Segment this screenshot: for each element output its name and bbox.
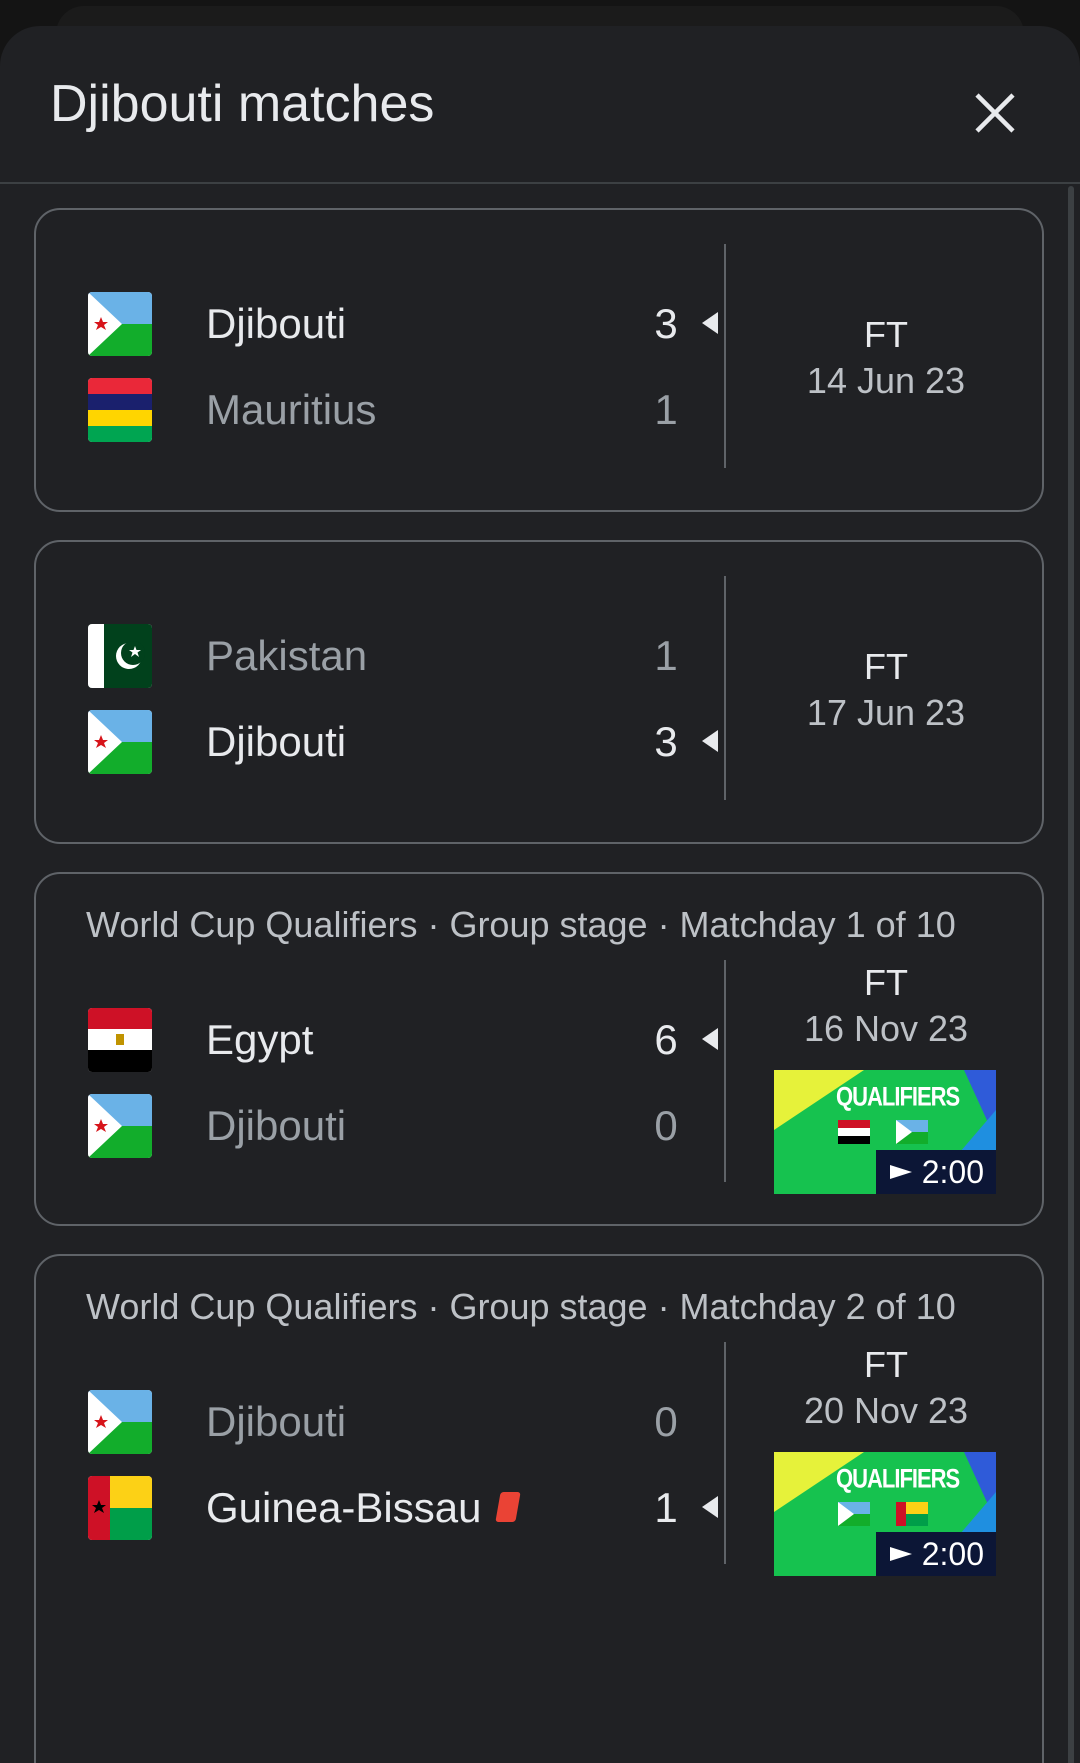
match-status: FT bbox=[864, 962, 908, 1003]
team-row: Pakistan 1 bbox=[36, 624, 726, 688]
team-name: Egypt bbox=[206, 1016, 314, 1063]
djibouti-flag bbox=[88, 1094, 152, 1158]
team-score: 0 bbox=[654, 1102, 678, 1149]
team-name: Djibouti bbox=[206, 300, 347, 347]
team-score: 6 bbox=[654, 1016, 678, 1063]
matches-sheet: Djibouti matches Djibouti 3 Mauritius 1 bbox=[0, 26, 1080, 1763]
winner-arrow-icon bbox=[702, 1496, 718, 1518]
team-row: Djibouti 0 bbox=[36, 1094, 726, 1158]
match-status: FT bbox=[864, 314, 908, 355]
egypt-flag bbox=[88, 1008, 152, 1072]
winner-arrow-icon bbox=[702, 1028, 718, 1050]
match-card[interactable]: World Cup Qualifiers · Group stage · Mat… bbox=[34, 1254, 1044, 1763]
team-score: 0 bbox=[654, 1398, 678, 1445]
team-score: 1 bbox=[654, 1484, 678, 1531]
close-icon bbox=[975, 93, 1015, 133]
winner-arrow-icon bbox=[702, 730, 718, 752]
team-name: Djibouti bbox=[206, 1102, 347, 1149]
close-button[interactable] bbox=[960, 78, 1030, 148]
team-name: Pakistan bbox=[206, 632, 368, 679]
pakistan-flag bbox=[88, 624, 152, 688]
team-row: Egypt 6 bbox=[36, 1008, 726, 1072]
play-icon bbox=[889, 1547, 912, 1561]
qualifiers-logo: QUALIFIERS bbox=[836, 1463, 960, 1494]
match-card[interactable]: Pakistan 1 Djibouti 3 FT 17 Jun 23 bbox=[34, 540, 1044, 844]
match-date: 17 Jun 23 bbox=[806, 692, 966, 733]
team-name: Djibouti bbox=[206, 1398, 347, 1445]
djibouti-flag bbox=[88, 292, 152, 356]
sheet-title: Djibouti matches bbox=[50, 75, 435, 133]
competition-label: World Cup Qualifiers · Group stage · Mat… bbox=[86, 904, 956, 945]
team-row: Djibouti 3 bbox=[36, 710, 726, 774]
match-date: 20 Nov 23 bbox=[803, 1390, 969, 1431]
team-row: Djibouti 3 bbox=[36, 292, 726, 356]
sheet-header: Djibouti matches bbox=[0, 26, 1080, 184]
match-status: FT bbox=[864, 1344, 908, 1385]
scrollbar[interactable] bbox=[1068, 186, 1074, 1763]
video-duration: 2:00 bbox=[876, 1150, 996, 1194]
guinea-bissau-flag bbox=[88, 1476, 152, 1540]
mauritius-flag bbox=[88, 378, 152, 442]
team-score: 3 bbox=[654, 300, 678, 347]
team-name: Mauritius bbox=[206, 386, 377, 433]
matchup-flags bbox=[838, 1502, 928, 1526]
match-card[interactable]: Djibouti 3 Mauritius 1 FT 14 Jun 23 bbox=[34, 208, 1044, 512]
highlight-video-thumbnail[interactable]: QUALIFIERS 2:00 bbox=[774, 1070, 996, 1194]
djibouti-flag bbox=[88, 1390, 152, 1454]
team-name: Djibouti bbox=[206, 718, 347, 765]
winner-arrow-icon bbox=[702, 312, 718, 334]
match-card[interactable]: World Cup Qualifiers · Group stage · Mat… bbox=[34, 872, 1044, 1226]
team-score: 1 bbox=[654, 632, 678, 679]
team-score: 3 bbox=[654, 718, 678, 765]
team-row: Guinea-Bissau 1 bbox=[36, 1476, 726, 1540]
team-row: Mauritius 1 bbox=[36, 378, 726, 442]
team-score: 1 bbox=[654, 386, 678, 433]
djibouti-flag bbox=[88, 710, 152, 774]
competition-label: World Cup Qualifiers · Group stage · Mat… bbox=[86, 1286, 956, 1327]
matchup-flags bbox=[838, 1120, 928, 1144]
qualifiers-logo: QUALIFIERS bbox=[836, 1081, 960, 1112]
match-date: 14 Jun 23 bbox=[806, 360, 966, 401]
match-status: FT bbox=[864, 646, 908, 687]
red-card-icon bbox=[495, 1492, 521, 1522]
duration-text: 2:00 bbox=[921, 1153, 984, 1190]
duration-text: 2:00 bbox=[921, 1535, 984, 1572]
team-row: Djibouti 0 bbox=[36, 1390, 726, 1454]
play-icon bbox=[889, 1165, 912, 1179]
video-duration: 2:00 bbox=[876, 1532, 996, 1576]
match-date: 16 Nov 23 bbox=[803, 1008, 969, 1049]
team-name: Guinea-Bissau bbox=[206, 1484, 482, 1531]
highlight-video-thumbnail[interactable]: QUALIFIERS 2:00 bbox=[774, 1452, 996, 1576]
